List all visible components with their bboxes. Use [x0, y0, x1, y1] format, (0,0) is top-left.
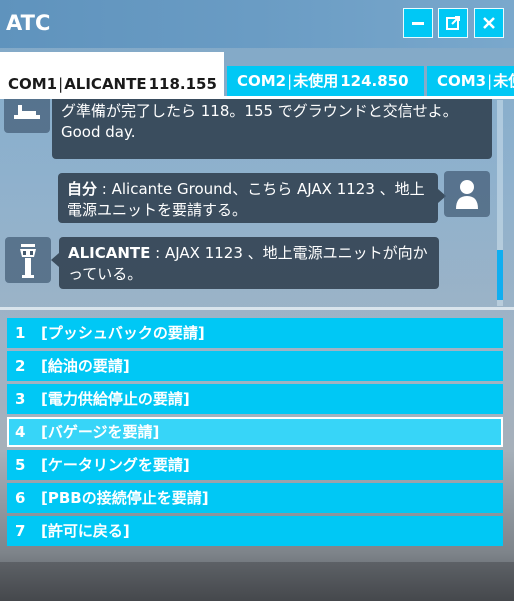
chat-message-atc: グ準備が完了したら 118。155 でグラウンドと交信せよ。Good day.: [52, 99, 492, 159]
tab-com1[interactable]: COM1|ALICANTE 118.155: [0, 52, 224, 96]
menu-item-pushback[interactable]: 1 [プッシュバックの要請]: [7, 318, 503, 348]
footer-bar: [0, 562, 514, 601]
chat-message-text: : Alicante Ground、こちら AJAX 1123 、地上電源ユニッ…: [67, 180, 425, 219]
close-icon: [483, 17, 495, 29]
menu-item-number: 3: [15, 390, 26, 408]
tab-com1-station: ALICANTE: [64, 75, 147, 93]
menu-item-back-to-clearance[interactable]: 7 [許可に戻る]: [7, 516, 503, 546]
pilot-icon: [456, 180, 478, 209]
tower-icon: [20, 244, 36, 278]
menu-item-number: 6: [15, 489, 26, 507]
chat-speaker: ALICANTE: [68, 244, 151, 262]
chat-message-atc: ALICANTE : AJAX 1123 、地上電源ユニットが向かっている。: [59, 237, 439, 289]
pilot-avatar: [444, 171, 490, 217]
bubble-pointer: [51, 253, 59, 267]
tab-separator: |: [487, 72, 493, 90]
tab-com2-station: 未使用: [293, 72, 339, 90]
tab-com2-channel: COM2: [237, 72, 287, 90]
minimize-button[interactable]: [403, 8, 433, 38]
window-title: ATC: [6, 11, 51, 35]
tab-com2-frequency: 124.850: [340, 72, 409, 90]
menu-item-label: [電力供給停止の要請]: [41, 390, 190, 408]
menu-item-label: [PBBの接続停止を要請]: [41, 489, 209, 507]
tab-com1-frequency: 118.155: [148, 75, 217, 93]
minimize-icon: [412, 22, 424, 25]
menu-item-label: [ケータリングを要請]: [41, 456, 190, 474]
menu-item-label: [給油の要請]: [41, 357, 130, 375]
menu-item-label: [プッシュバックの要請]: [41, 324, 205, 342]
menu-item-power-stop[interactable]: 3 [電力供給停止の要請]: [7, 384, 503, 414]
chat-message-self: 自分 : Alicante Ground、こちら AJAX 1123 、地上電源…: [58, 173, 438, 223]
menu-item-catering[interactable]: 5 [ケータリングを要請]: [7, 450, 503, 480]
menu-item-fuel[interactable]: 2 [給油の要請]: [7, 351, 503, 381]
menu-item-number: 1: [15, 324, 26, 342]
chat-speaker: 自分: [67, 180, 98, 198]
com-tabs: COM1|ALICANTE 118.155 COM2|未使用 124.850 COM…: [0, 52, 514, 96]
menu-item-number: 2: [15, 357, 26, 375]
tab-com2[interactable]: COM2|未使用 124.850: [227, 66, 424, 96]
tab-separator: |: [287, 72, 293, 90]
menu-item-number: 5: [15, 456, 26, 474]
tab-com3[interactable]: COM3|未使用: [427, 66, 514, 96]
tower-avatar: [5, 237, 51, 283]
atc-avatar: [4, 99, 50, 133]
menu-item-label: [バゲージを要請]: [41, 423, 160, 441]
tab-separator: |: [58, 75, 64, 93]
menu-item-baggage[interactable]: 4 [バゲージを要請]: [7, 417, 503, 447]
close-button[interactable]: [474, 8, 504, 38]
tab-com3-channel: COM3: [437, 72, 487, 90]
menu-item-label: [許可に戻る]: [41, 522, 130, 540]
divider: [0, 307, 514, 310]
chat-log[interactable]: グ準備が完了したら 118。155 でグラウンドと交信せよ。Good day. …: [0, 96, 514, 310]
menu-item-number: 7: [15, 522, 26, 540]
menu-item-pbb-disconnect[interactable]: 6 [PBBの接続停止を要請]: [7, 483, 503, 513]
atc-menu: 1 [プッシュバックの要請] 2 [給油の要請] 3 [電力供給停止の要請] 4 [バゲ…: [7, 318, 503, 549]
tab-com3-station: 未使用: [493, 72, 514, 90]
menu-item-number: 4: [15, 423, 26, 441]
runway-icon: [14, 105, 40, 119]
title-bar: ATC: [0, 0, 514, 48]
popout-button[interactable]: [438, 8, 468, 38]
chat-message-text: グ準備が完了したら 118。155 でグラウンドと交信せよ。Good day.: [61, 102, 458, 141]
tab-com1-channel: COM1: [8, 75, 58, 93]
chat-scrollbar-thumb[interactable]: [497, 250, 503, 300]
popout-icon: [446, 16, 460, 30]
